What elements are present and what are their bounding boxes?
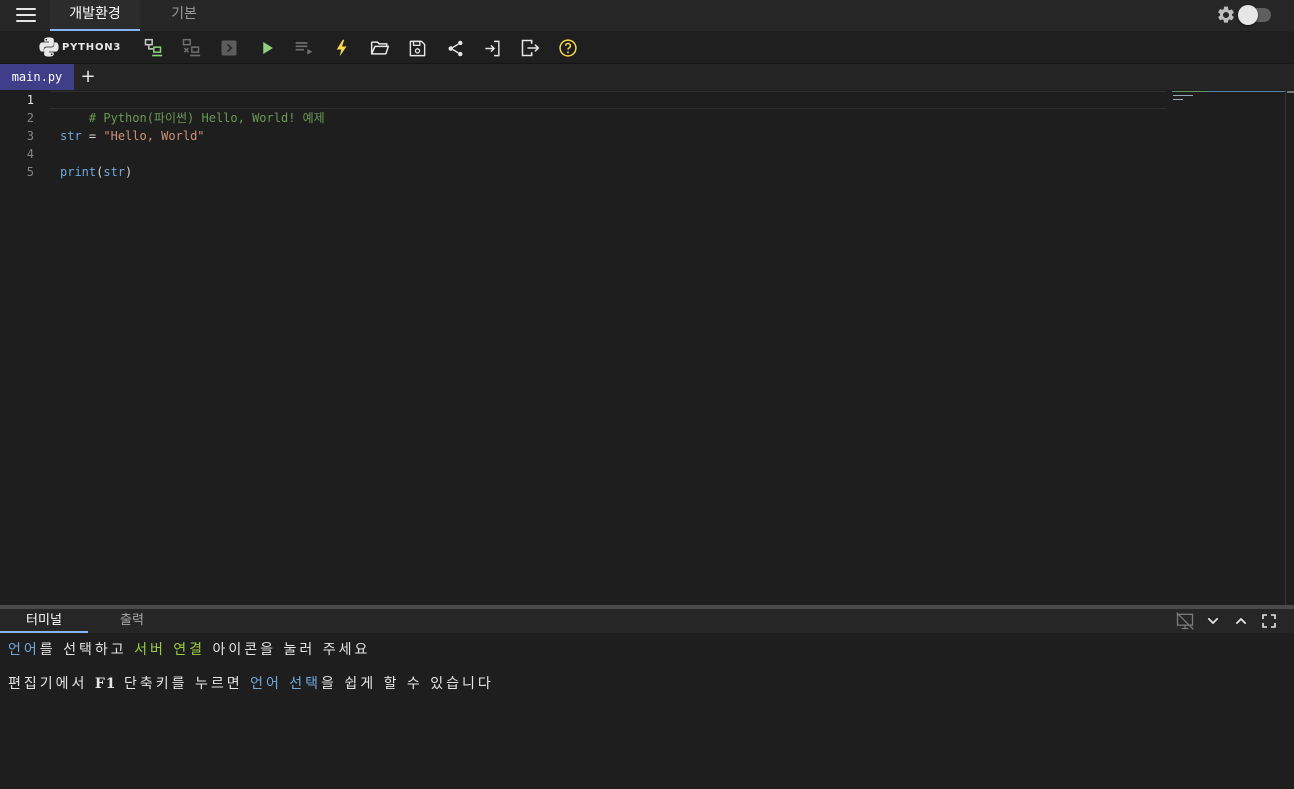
chevron-up-icon [1235, 617, 1247, 625]
vertical-scrollbar[interactable] [1285, 90, 1294, 606]
terminal-text: 편집기에서 [8, 676, 95, 692]
run-all-button[interactable] [293, 37, 315, 59]
play-icon [263, 42, 273, 54]
menu-icon[interactable] [16, 8, 36, 22]
server-disconnect-icon [182, 38, 201, 57]
logout-button[interactable] [519, 37, 541, 59]
code-operator: = [81, 129, 104, 143]
quick-run-button[interactable] [331, 37, 353, 59]
code-line-3[interactable]: str = "Hello, World" [60, 127, 205, 145]
line-number: 4 [26, 147, 34, 161]
terminal-line-2: 편집기에서 F1 단축키를 누르면 언어 선택을 쉽게 할 수 있습니다 [8, 675, 494, 693]
code-editor[interactable]: 1 2 3 4 5 # Python(파이썬) Hello, World! 예제… [0, 90, 1294, 606]
language-selector[interactable]: PYTHON3 [38, 37, 121, 57]
tab-terminal[interactable]: 터미널 [0, 609, 88, 633]
line-number: 3 [26, 129, 34, 143]
fullscreen-icon [1262, 614, 1276, 628]
logout-icon [521, 39, 540, 57]
tab-dev-env[interactable]: 개발환경 [50, 0, 140, 31]
tab-output[interactable]: 출력 [96, 609, 168, 633]
scrollbar-cursor-marker [1287, 91, 1294, 93]
highlight-language-select: 언어 선택 [250, 676, 322, 692]
line-number: 2 [26, 111, 34, 125]
open-file-button[interactable] [369, 37, 391, 59]
code-argument: str [103, 165, 126, 179]
language-label: PYTHON3 [62, 41, 122, 53]
panel-tabs: 터미널 출력 [0, 609, 1294, 633]
line-number: 1 [26, 93, 34, 107]
code-comment: # Python(파이썬) Hello, World! 예제 [88, 111, 325, 125]
login-button[interactable] [481, 37, 503, 59]
add-tab-button[interactable]: + [80, 64, 96, 90]
monitor-off-icon [1176, 612, 1194, 630]
share-icon [448, 40, 462, 56]
save-icon [409, 40, 425, 56]
terminal-text: 단축키를 누르면 [116, 676, 251, 692]
file-tabs: main.py + [0, 64, 1294, 90]
terminal-prompt-icon [221, 40, 237, 56]
panel-collapse-button[interactable] [1203, 611, 1223, 631]
toolbar: PYTHON3 [0, 31, 1294, 64]
folder-open-icon [370, 41, 390, 55]
server-connect-icon [144, 38, 163, 57]
server-disconnect-button[interactable] [180, 37, 202, 59]
help-icon [559, 39, 577, 57]
code-line-5[interactable]: print(str) [60, 163, 132, 181]
gear-icon [1218, 6, 1234, 23]
code-line-1[interactable]: # Python(파이썬) Hello, World! 예제 [60, 91, 325, 125]
highlight-server-connect: 서버 연결 [134, 642, 206, 658]
code-function: print [60, 165, 97, 179]
help-button[interactable] [557, 37, 579, 59]
panel-expand-button[interactable] [1231, 611, 1251, 631]
highlight-language: 언어 [8, 642, 40, 658]
terminal-line-1: 언어를 선택하고 서버 연결 아이콘을 눌러 주세요 [8, 641, 370, 659]
theme-toggle[interactable] [1216, 5, 1274, 25]
toggle-knob[interactable] [1238, 5, 1258, 25]
run-button[interactable] [256, 37, 278, 59]
highlight-f1-key: F1 [94, 676, 117, 692]
terminal-text: 아이콘을 눌러 주세요 [205, 642, 371, 658]
save-button[interactable] [406, 37, 428, 59]
tab-basic[interactable]: 기본 [150, 0, 218, 31]
file-tab-main-py[interactable]: main.py [0, 64, 74, 90]
playlist-run-icon [295, 42, 313, 55]
terminal-text: 를 선택하고 [39, 642, 135, 658]
share-button[interactable] [444, 37, 466, 59]
clear-terminal-button[interactable] [1175, 611, 1195, 631]
terminal-text: 을 쉽게 할 수 있습니다 [321, 676, 494, 692]
line-number-gutter: 1 2 3 4 5 [0, 90, 50, 606]
chevron-down-icon [1207, 617, 1219, 625]
lightning-icon [336, 39, 347, 57]
line-number: 5 [26, 165, 34, 179]
code-string: "Hello, World" [103, 129, 205, 143]
code-paren-close: ) [125, 165, 133, 179]
minimap[interactable] [1172, 90, 1286, 130]
python-logo-icon [39, 37, 59, 57]
terminal-prompt-button[interactable] [218, 37, 240, 59]
top-bar: 개발환경 기본 [0, 0, 1294, 31]
server-connect-button[interactable] [142, 37, 164, 59]
login-icon [484, 40, 500, 56]
code-variable: str [60, 129, 82, 143]
terminal-output[interactable]: 언어를 선택하고 서버 연결 아이콘을 눌러 주세요 편집기에서 F1 단축키를… [0, 633, 1294, 789]
panel-fullscreen-button[interactable] [1259, 611, 1279, 631]
